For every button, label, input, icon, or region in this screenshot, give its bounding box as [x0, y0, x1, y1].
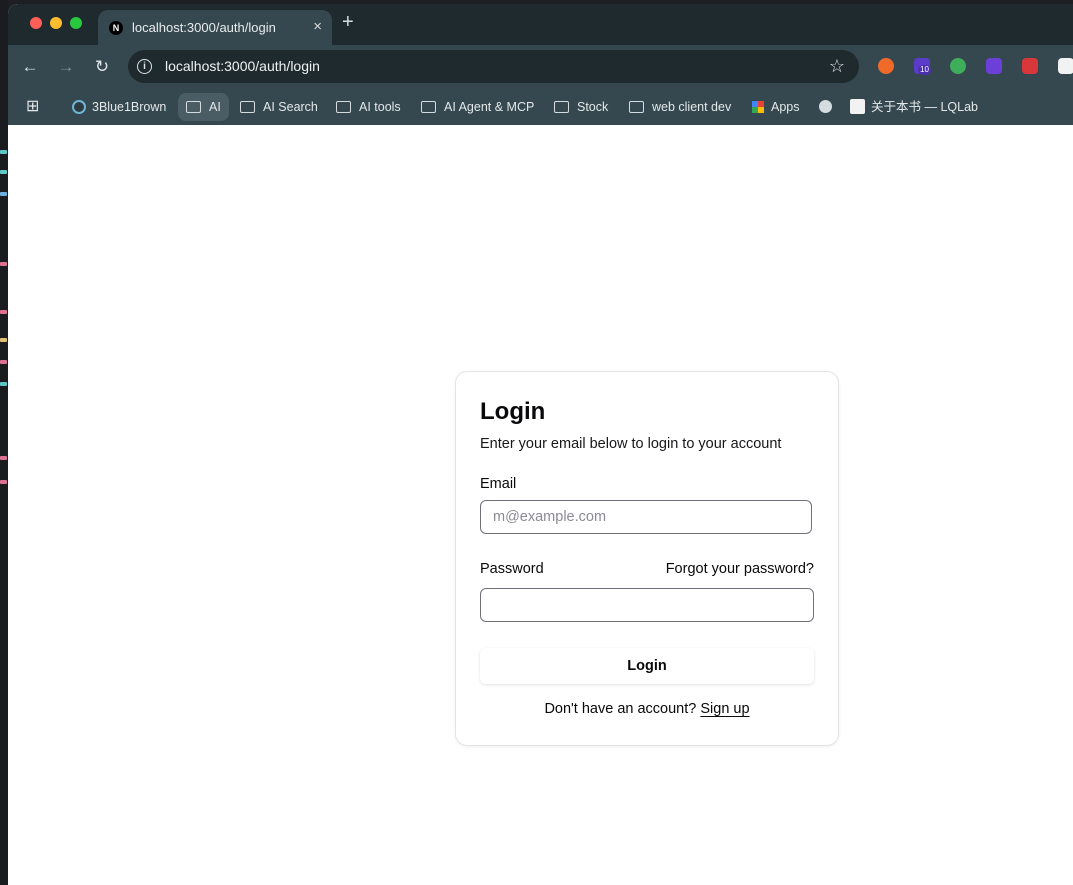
- back-button[interactable]: ←: [20, 57, 40, 77]
- signup-link[interactable]: Sign up: [700, 701, 749, 717]
- bookmark-folder-web-client-dev[interactable]: web client dev: [629, 89, 731, 125]
- email-label: Email: [480, 476, 517, 492]
- signup-prompt-text: Don't have an account?: [544, 701, 697, 717]
- extension-purple-icon[interactable]: [986, 58, 1002, 74]
- browser-tab[interactable]: N localhost:3000/auth/login ×: [98, 10, 332, 45]
- nextjs-favicon-icon: N: [109, 21, 123, 35]
- globe-icon: [819, 100, 832, 114]
- zoom-window-button[interactable]: [70, 17, 82, 29]
- extension-red-icon[interactable]: [1022, 58, 1038, 74]
- reload-button[interactable]: ↻: [92, 57, 112, 77]
- tab-title: localhost:3000/auth/login: [132, 20, 276, 35]
- bookmark-folder-ai-search[interactable]: AI Search: [240, 89, 318, 125]
- bookmark-3blue1brown[interactable]: 3Blue1Brown: [72, 89, 166, 125]
- folder-icon: [336, 100, 351, 113]
- bookmark-folder-ai-agent-mcp[interactable]: AI Agent & MCP: [421, 89, 534, 125]
- email-field[interactable]: [480, 500, 812, 534]
- close-window-button[interactable]: [30, 17, 42, 29]
- bookmark-folder-stock[interactable]: Stock: [554, 89, 608, 125]
- apps-grid-icon: [752, 100, 764, 113]
- title-bar: N localhost:3000/auth/login × +: [8, 4, 1073, 45]
- bookmark-label: AI: [209, 100, 221, 114]
- forward-button[interactable]: →: [56, 57, 76, 77]
- 3b1b-icon: [72, 99, 86, 114]
- extension-white-icon[interactable]: [1058, 58, 1073, 74]
- bookmarks-bar: ⊞ 3Blue1Brown AI AI Search AI tools AI A…: [8, 89, 1073, 125]
- bookmark-label: 3Blue1Brown: [92, 100, 167, 114]
- login-card: Login Enter your email below to login to…: [455, 371, 839, 746]
- background-editor-strip: [0, 0, 8, 885]
- bookmark-label: AI tools: [359, 100, 401, 114]
- login-button[interactable]: Login: [480, 648, 814, 684]
- bookmark-globe[interactable]: [819, 89, 832, 125]
- bookmark-star-icon[interactable]: ☆: [829, 56, 845, 77]
- login-description: Enter your email below to login to your …: [480, 436, 782, 452]
- extension-badge: 10: [918, 65, 931, 75]
- page-content: Login Enter your email below to login to…: [8, 125, 1073, 885]
- bookmark-label: web client dev: [652, 100, 732, 114]
- bookmark-label: Apps: [771, 100, 800, 114]
- site-info-icon[interactable]: i: [137, 59, 152, 74]
- bookmark-lqlab[interactable]: 关于本书 — LQLab: [850, 89, 978, 125]
- apps-grid-icon[interactable]: ⊞: [26, 89, 39, 125]
- bookmark-folder-ai[interactable]: AI: [178, 93, 229, 121]
- tab-close-icon[interactable]: ×: [313, 18, 322, 35]
- extension-orange-icon[interactable]: [878, 58, 894, 74]
- browser-toolbar: ← → ↻ i localhost:3000/auth/login ☆ 10: [8, 45, 1073, 89]
- folder-icon: [629, 100, 644, 113]
- bookmark-label: 关于本书 — LQLab: [871, 100, 978, 114]
- forgot-password-link[interactable]: Forgot your password?: [666, 561, 814, 577]
- folder-icon: [421, 100, 436, 113]
- bookmark-label: Stock: [577, 100, 609, 114]
- login-title: Login: [480, 398, 546, 425]
- bookmark-folder-ai-tools[interactable]: AI tools: [336, 89, 401, 125]
- folder-icon: [186, 100, 201, 113]
- password-field[interactable]: [480, 588, 814, 622]
- address-bar[interactable]: i localhost:3000/auth/login ☆: [128, 50, 859, 83]
- folder-icon: [554, 100, 569, 113]
- folder-icon: [240, 100, 255, 113]
- password-label: Password: [480, 561, 544, 577]
- browser-window: N localhost:3000/auth/login × + ← → ↻ i …: [8, 4, 1073, 885]
- extension-wizard-icon[interactable]: 10: [914, 58, 931, 75]
- bookmark-apps[interactable]: Apps: [752, 89, 800, 125]
- signup-prompt: Don't have an account? Sign up: [456, 701, 838, 717]
- book-favicon: [850, 99, 865, 115]
- extension-robot-icon[interactable]: [950, 58, 966, 74]
- address-url[interactable]: localhost:3000/auth/login: [165, 58, 320, 74]
- bookmark-label: AI Agent & MCP: [444, 100, 535, 114]
- bookmark-label: AI Search: [263, 100, 318, 114]
- minimize-window-button[interactable]: [50, 17, 62, 29]
- new-tab-button[interactable]: +: [342, 12, 354, 32]
